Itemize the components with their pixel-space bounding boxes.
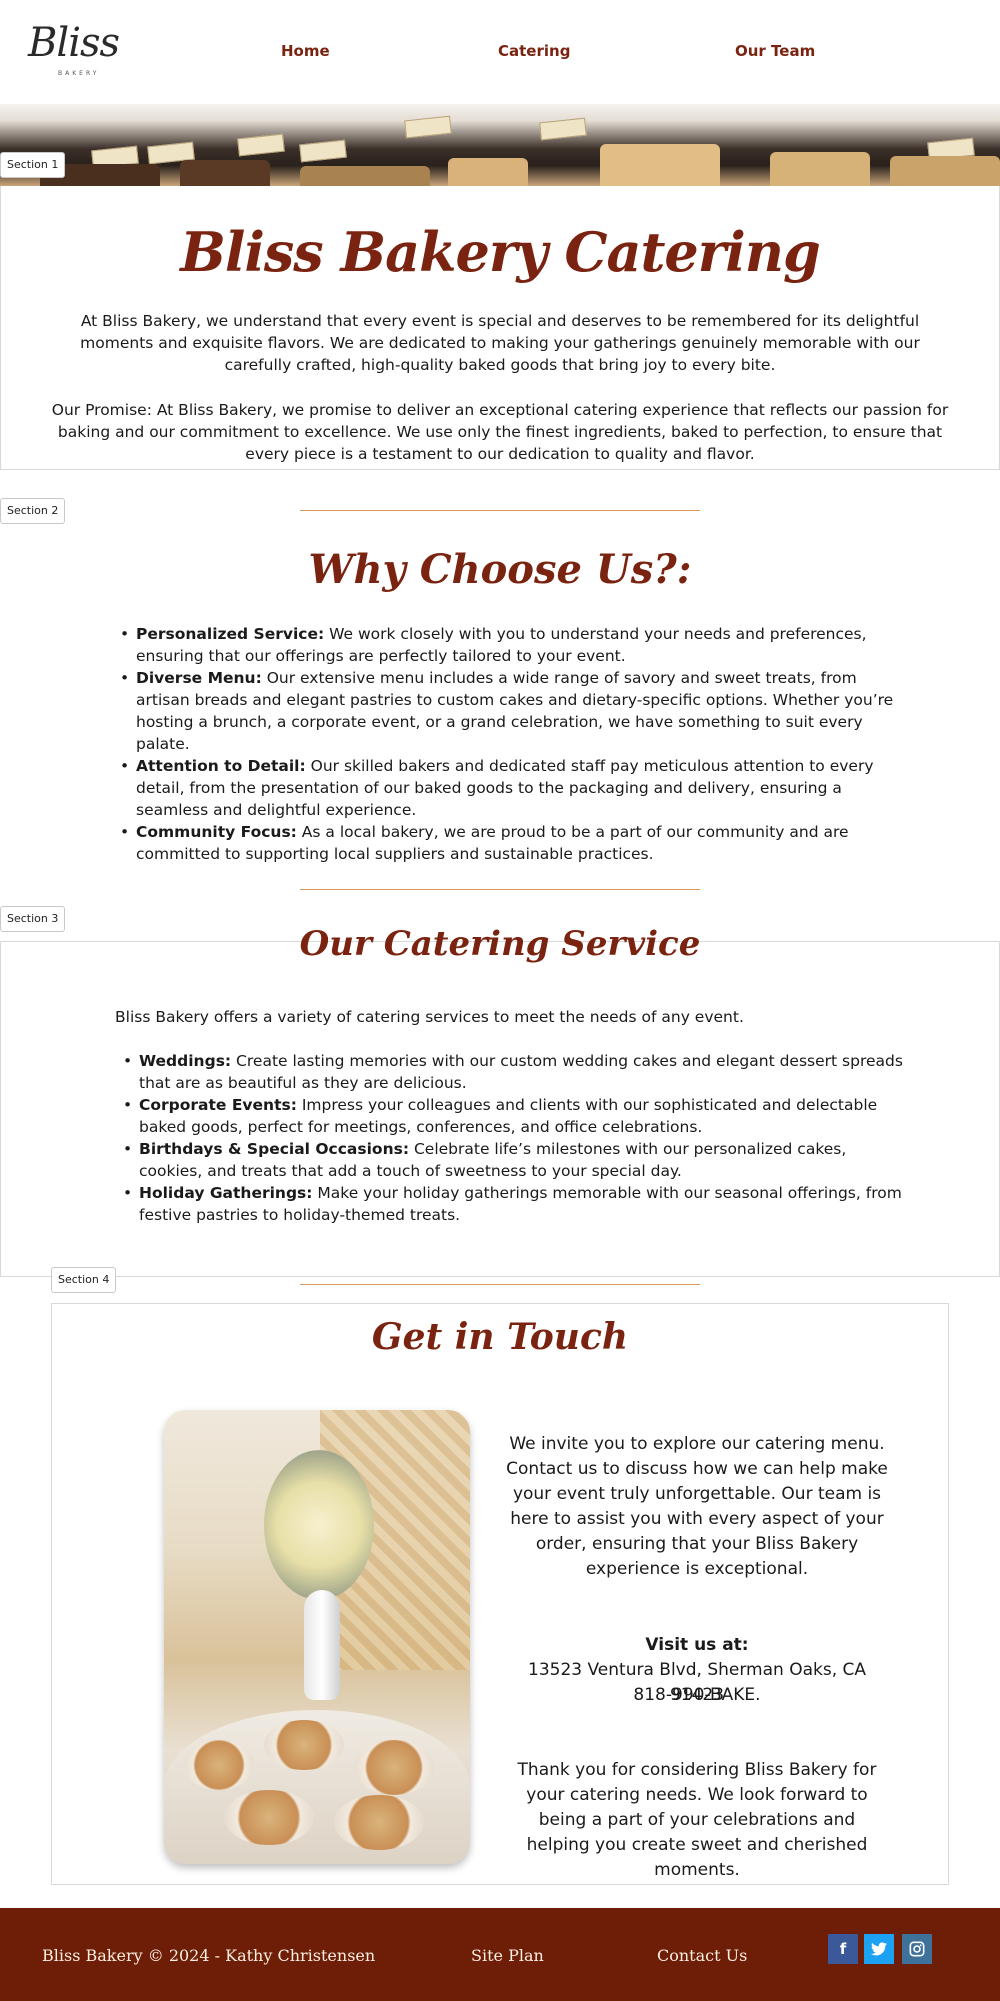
intro-paragraph: At Bliss Bakery, we understand that ever… xyxy=(80,312,920,374)
item-label: Attention to Detail: xyxy=(136,757,306,775)
catering-service-heading: Our Catering Service xyxy=(299,924,701,964)
food-plate xyxy=(334,1795,424,1850)
nav-home-link[interactable]: Home xyxy=(281,42,330,60)
instagram-glyph xyxy=(909,1941,925,1957)
item-text: Create lasting memories with our custom … xyxy=(139,1052,903,1092)
nav-catering-link[interactable]: Catering xyxy=(498,42,570,60)
cake xyxy=(770,152,870,186)
bliss-logo[interactable]: Bliss BAKERY xyxy=(28,20,120,82)
catering-intro: Bliss Bakery offers a variety of caterin… xyxy=(115,1008,744,1026)
price-tag xyxy=(539,117,587,141)
logo-script: Bliss xyxy=(28,20,120,66)
item-label: Weddings: xyxy=(139,1052,232,1070)
food-plate xyxy=(184,1740,254,1790)
food-plate xyxy=(224,1790,314,1845)
banner-shelf xyxy=(0,104,1000,118)
get-in-touch-heading: Get in Touch xyxy=(371,1316,629,1358)
flower-arrangement xyxy=(264,1450,374,1600)
item-label: Corporate Events: xyxy=(139,1096,297,1114)
item-label: Community Focus: xyxy=(136,823,297,841)
facebook-icon[interactable]: f xyxy=(828,1934,858,1964)
page-title: Bliss Bakery Catering xyxy=(180,220,821,284)
section-divider xyxy=(300,1284,700,1285)
site-header: Bliss BAKERY Home Catering Our Team xyxy=(0,0,1000,104)
instagram-icon[interactable] xyxy=(902,1934,932,1964)
item-label: Personalized Service: xyxy=(136,625,325,643)
cake xyxy=(300,166,430,186)
footer-copyright: Bliss Bakery © 2024 - Kathy Christensen xyxy=(42,1946,376,1965)
why-choose-us-list: Personalized Service: We work closely wi… xyxy=(120,623,900,865)
item-label: Birthdays & Special Occasions: xyxy=(139,1140,410,1158)
vase xyxy=(304,1590,340,1700)
item-label: Diverse Menu: xyxy=(136,669,262,687)
item-label: Holiday Gatherings: xyxy=(139,1184,313,1202)
invite-text: We invite you to explore our catering me… xyxy=(506,1434,888,1579)
list-item: Corporate Events: Impress your colleague… xyxy=(123,1094,913,1138)
logo-subtext: BAKERY xyxy=(58,70,100,77)
promise-paragraph: Our Promise: At Bliss Bakery, we promise… xyxy=(51,401,949,463)
list-item: Personalized Service: We work closely wi… xyxy=(120,623,900,667)
price-tag xyxy=(237,133,285,157)
list-item: Birthdays & Special Occasions: Celebrate… xyxy=(123,1138,913,1182)
catering-services-list: Weddings: Create lasting memories with o… xyxy=(123,1050,913,1226)
list-item: Weddings: Create lasting memories with o… xyxy=(123,1050,913,1094)
site-plan-link[interactable]: Site Plan xyxy=(471,1946,544,1965)
section-4-label: Section 4 xyxy=(51,1267,117,1293)
list-item: Attention to Detail: Our skilled bakers … xyxy=(120,755,900,821)
nav-our-team-link[interactable]: Our Team xyxy=(735,42,815,60)
why-choose-us-heading: Why Choose Us?: xyxy=(308,546,692,593)
cake xyxy=(448,158,528,186)
contact-us-link[interactable]: Contact Us xyxy=(657,1946,747,1965)
price-tag xyxy=(299,139,347,163)
visit-us-label: Visit us at: xyxy=(645,1635,749,1655)
section-divider xyxy=(300,889,700,890)
thank-you-text: Thank you for considering Bliss Bakery f… xyxy=(517,1760,877,1880)
food-plate xyxy=(264,1720,344,1770)
twitter-bird-glyph xyxy=(871,1942,887,1956)
cake xyxy=(600,144,720,186)
phone-number: 818-990-BAKE. xyxy=(633,1685,761,1705)
food-plate xyxy=(354,1740,434,1795)
list-item: Community Focus: As a local bakery, we a… xyxy=(120,821,900,865)
price-tag xyxy=(404,115,452,139)
list-item: Holiday Gatherings: Make your holiday ga… xyxy=(123,1182,913,1226)
section-divider xyxy=(300,510,700,511)
twitter-icon[interactable] xyxy=(864,1934,894,1964)
section-2-label: Section 2 xyxy=(0,498,66,524)
section-1-label: Section 1 xyxy=(0,152,66,178)
cake xyxy=(180,160,270,186)
catering-table-photo xyxy=(164,1410,470,1864)
cake xyxy=(890,156,1000,186)
bakery-display-banner xyxy=(0,104,1000,186)
list-item: Diverse Menu: Our extensive menu include… xyxy=(120,667,900,755)
